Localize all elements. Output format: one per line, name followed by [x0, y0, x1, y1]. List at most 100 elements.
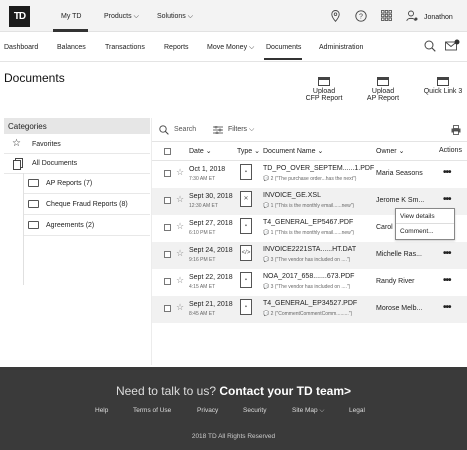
mail-icon[interactable] [445, 39, 460, 54]
table-row[interactable]: ☆ Sept 21, 2018 8:45 AM ET ⬩ T4_GENERAL_… [152, 296, 467, 323]
quick-link-3[interactable]: Quick Link 3 [421, 77, 465, 95]
pdf-file-icon: ⬩ [240, 218, 252, 234]
more-actions-icon[interactable]: ••• [443, 194, 451, 205]
footer-link-site-map[interactable]: Site Map ⌵ [292, 407, 324, 415]
star-icon[interactable]: ☆ [176, 248, 184, 259]
documents-table-panel: Search Filters ⌵ Date ⌄ Type ⌄ Document … [151, 118, 467, 365]
table-search-input[interactable]: Search [174, 126, 196, 133]
row-document-name[interactable]: INVOICE2221STA......HT.DAT [263, 246, 356, 253]
category-ap-reports[interactable]: AP Reports (7) [46, 180, 92, 187]
page-title: Documents [4, 71, 65, 85]
select-all-checkbox[interactable] [164, 148, 171, 155]
table-row[interactable]: ☆ Sept 24, 2018 9:16 PM ET </> INVOICE22… [152, 242, 467, 269]
divider [24, 193, 150, 194]
top-bar: TD My TD Products ⌵ Solutions ⌵ ? Jonath… [0, 0, 467, 32]
folder-icon [28, 200, 39, 208]
more-actions-icon[interactable]: ••• [443, 302, 451, 313]
nav-my-td[interactable]: My TD [61, 13, 81, 20]
filters-dropdown[interactable]: Filters ⌵ [228, 126, 254, 134]
subnav-administration[interactable]: Administration [319, 44, 363, 51]
categories-panel: Categories ☆ Favorites All Documents AP … [4, 118, 150, 365]
subnav-dashboard[interactable]: Dashboard [4, 44, 38, 51]
menu-item-view-details[interactable]: View details [396, 209, 454, 224]
subnav-move-money[interactable]: Move Money ⌵ [207, 44, 254, 52]
upload-ap-report-link[interactable]: Upload AP Report [361, 77, 405, 102]
user-name[interactable]: Jonathon [424, 14, 453, 21]
row-comment[interactable]: 💬 2 ("The purchase order...has the next"… [263, 176, 356, 182]
star-icon[interactable]: ☆ [176, 302, 184, 313]
row-owner: Michelle Ras... [376, 251, 422, 258]
subnav-balances[interactable]: Balances [57, 44, 86, 51]
subnav-reports[interactable]: Reports [164, 44, 189, 51]
row-checkbox[interactable] [164, 278, 171, 285]
subnav-documents[interactable]: Documents [266, 44, 301, 51]
row-comment[interactable]: 💬 1 ("This is the monthly email......new… [263, 203, 354, 209]
pdf-file-icon: ⬩ [240, 272, 252, 288]
row-document-name[interactable]: INVOICE_GE.XSL [263, 192, 321, 199]
row-checkbox[interactable] [164, 197, 171, 204]
print-icon[interactable] [451, 125, 461, 137]
table-row[interactable]: ☆ Oct 1, 2018 7:30 AM ET ⬩ TD_PO_OVER_SE… [152, 161, 467, 188]
row-checkbox[interactable] [164, 305, 171, 312]
filter-sliders-icon[interactable] [213, 125, 223, 136]
folder-icon [377, 77, 389, 86]
row-comment[interactable]: 💬 3 ("The vendor has included on ....") [263, 284, 350, 290]
row-document-name[interactable]: TD_PO_OVER_SEPTEM......1.PDF [263, 165, 374, 172]
td-logo[interactable]: TD [9, 6, 30, 27]
location-icon[interactable] [331, 10, 340, 24]
search-icon[interactable] [424, 40, 436, 54]
apps-grid-icon[interactable] [381, 10, 392, 23]
star-icon[interactable]: ☆ [176, 194, 184, 205]
category-favorites[interactable]: Favorites [32, 141, 61, 148]
row-document-name[interactable]: NOA_2017_658.......673.PDF [263, 273, 354, 280]
help-icon[interactable]: ? [355, 10, 367, 24]
column-header-date[interactable]: Date ⌄ [189, 147, 212, 155]
more-actions-icon[interactable]: ••• [443, 275, 451, 286]
upload-cfp-report-link[interactable]: Upload CFP Report [302, 77, 346, 102]
nav-solutions[interactable]: Solutions ⌵ [157, 13, 193, 21]
user-icon[interactable] [406, 10, 418, 24]
star-icon: ☆ [12, 138, 21, 149]
category-all-documents[interactable]: All Documents [32, 160, 77, 167]
subnav-transactions[interactable]: Transactions [105, 44, 145, 51]
divider [24, 214, 150, 215]
contact-cta[interactable]: Need to talk to us? Contact your TD team… [0, 384, 467, 398]
star-icon[interactable]: ☆ [176, 221, 184, 232]
row-owner: Randy River [376, 278, 415, 285]
footer-link-terms[interactable]: Terms of Use [133, 407, 171, 414]
footer: Need to talk to us? Contact your TD team… [0, 367, 467, 450]
row-comment[interactable]: 💬 2 ("CommentCommentComm.........") [263, 311, 352, 317]
row-date: Sept 22, 2018 [189, 274, 233, 281]
nav-products[interactable]: Products ⌵ [104, 13, 139, 21]
row-checkbox[interactable] [164, 224, 171, 231]
row-time: 12:30 AM ET [189, 203, 218, 209]
comment-icon: 💬 [263, 176, 270, 182]
chevron-down-icon: ⌵ [187, 13, 194, 20]
search-icon[interactable] [159, 125, 169, 137]
column-header-document-name[interactable]: Document Name ⌄ [263, 147, 323, 155]
footer-link-legal[interactable]: Legal [349, 407, 365, 414]
category-agreements[interactable]: Agreements (2) [46, 222, 94, 229]
star-icon[interactable]: ☆ [176, 167, 184, 178]
row-checkbox[interactable] [164, 251, 171, 258]
row-document-name[interactable]: T4_GENERAL_EP34527.PDF [263, 300, 357, 307]
row-comment[interactable]: 💬 1 ("This is the monthly email......new… [263, 230, 354, 236]
menu-item-comment[interactable]: Comment... [396, 224, 454, 239]
footer-link-privacy[interactable]: Privacy [197, 407, 218, 414]
row-document-name[interactable]: T4_GENERAL_EP5467.PDF [263, 219, 353, 226]
category-cheque-fraud-reports[interactable]: Cheque Fraud Reports (8) [46, 201, 128, 208]
row-checkbox[interactable] [164, 170, 171, 177]
more-actions-icon[interactable]: ••• [443, 167, 451, 178]
row-comment[interactable]: 💬 3 ("The vendor has included on ....") [263, 257, 350, 263]
row-owner: Maria Seasons [376, 170, 423, 177]
column-header-type[interactable]: Type ⌄ [237, 147, 260, 155]
footer-link-security[interactable]: Security [243, 407, 266, 414]
footer-link-help[interactable]: Help [95, 407, 108, 414]
column-header-owner[interactable]: Owner ⌄ [376, 147, 404, 155]
active-subnav-indicator [264, 58, 302, 60]
folder-icon [28, 179, 39, 187]
star-icon[interactable]: ☆ [176, 275, 184, 286]
more-actions-icon[interactable]: ••• [443, 248, 451, 259]
table-row[interactable]: ☆ Sept 22, 2018 4:15 AM ET ⬩ NOA_2017_65… [152, 269, 467, 296]
envelope-icon [437, 77, 449, 86]
